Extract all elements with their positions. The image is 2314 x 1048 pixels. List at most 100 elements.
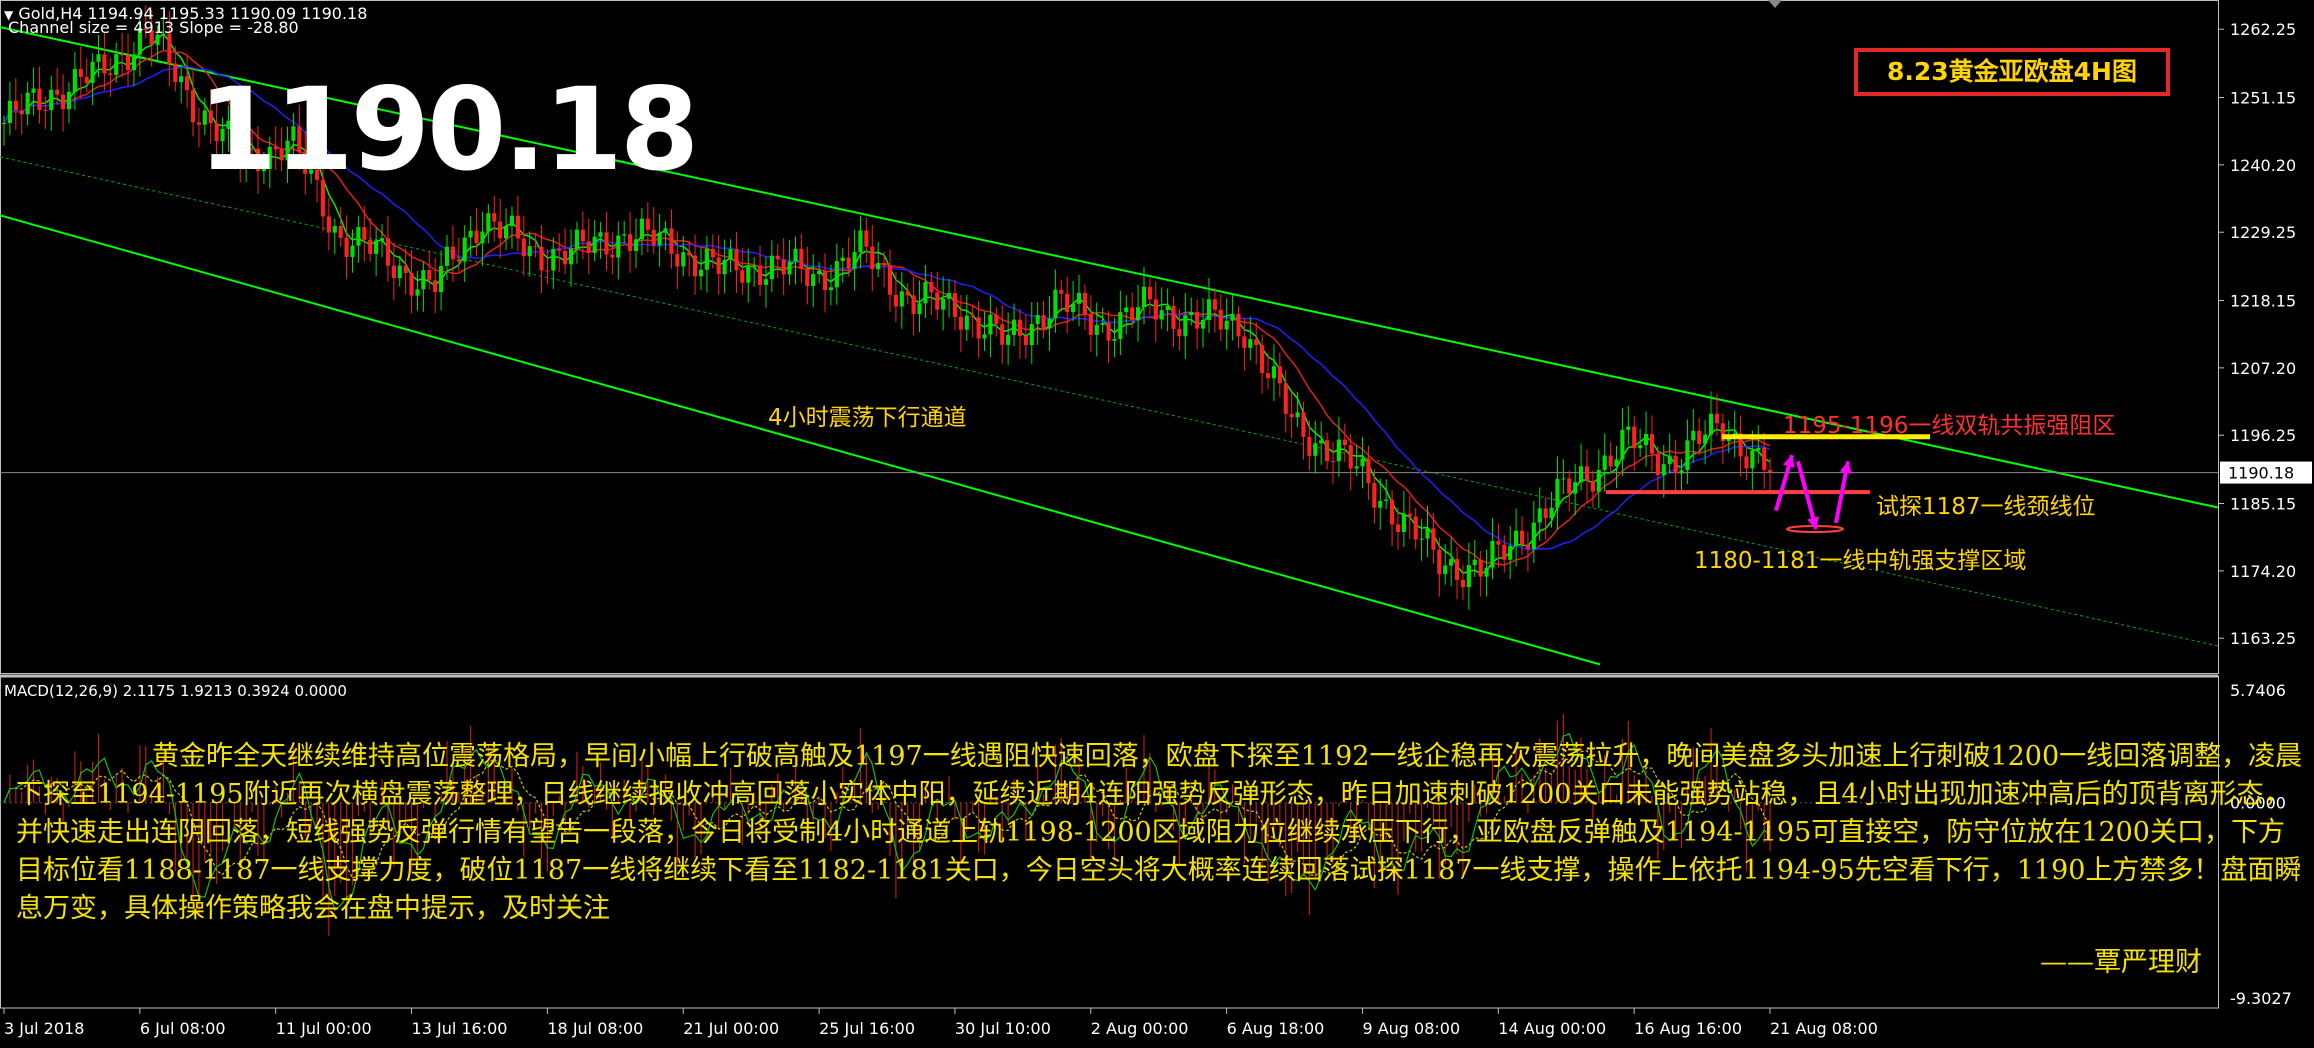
y-tick-label: 1240.20 xyxy=(2230,156,2296,175)
author-signature: ——覃严理财 xyxy=(2040,947,2202,978)
candle-body xyxy=(1643,434,1649,446)
candle-body xyxy=(958,316,963,330)
candle-body xyxy=(1449,559,1454,566)
candle-body xyxy=(757,265,763,285)
candle-body xyxy=(1502,544,1507,560)
candle-body xyxy=(1561,478,1566,480)
candle-body xyxy=(592,236,597,253)
neckline-label: 试探1187一线颈线位 xyxy=(1876,494,2096,520)
candle-body xyxy=(580,229,585,242)
candle-body xyxy=(179,76,184,83)
candle-body xyxy=(480,231,485,244)
candle-body xyxy=(828,287,834,291)
candle-body xyxy=(1277,366,1282,384)
candle-body xyxy=(1330,461,1336,463)
candle-body xyxy=(1531,522,1536,550)
candle-body xyxy=(1638,445,1643,449)
candle-body xyxy=(527,246,532,257)
candle-body xyxy=(1342,439,1347,446)
candle-body xyxy=(173,63,178,83)
candle-body xyxy=(1118,312,1123,339)
candle-body xyxy=(870,246,875,270)
candle-body xyxy=(1307,436,1312,456)
x-tick-label: 13 Jul 16:00 xyxy=(412,1019,508,1038)
candle-body xyxy=(1708,413,1714,435)
channel-lower-line xyxy=(0,214,1601,666)
candle-body xyxy=(1537,508,1542,523)
candle-body xyxy=(1,123,7,125)
y-tick-label: 1174.20 xyxy=(2230,562,2296,581)
candle-body xyxy=(1366,458,1371,484)
candle-body xyxy=(669,228,674,254)
candle-body xyxy=(439,265,444,292)
candle-body xyxy=(1649,434,1655,454)
shift-marker-icon xyxy=(1768,0,1782,8)
candle-body xyxy=(120,54,125,56)
candle-body xyxy=(66,91,72,110)
candle-body xyxy=(1508,545,1513,560)
candle-body xyxy=(893,294,898,307)
candle-body xyxy=(1620,429,1625,460)
candle-body xyxy=(533,246,538,248)
candle-body xyxy=(385,238,391,266)
candle-body xyxy=(1159,310,1164,320)
candle-body xyxy=(444,246,450,266)
candle-body xyxy=(1006,334,1011,345)
x-tick-label: 18 Jul 08:00 xyxy=(547,1019,643,1038)
candle-body xyxy=(557,248,562,251)
candle-body xyxy=(1171,306,1176,330)
candle-body xyxy=(503,226,509,239)
candle-body xyxy=(108,73,113,76)
candle-body xyxy=(675,253,680,267)
candle-body xyxy=(1076,292,1082,304)
candle-body xyxy=(1224,320,1229,330)
candle-body xyxy=(25,92,30,115)
candle-body xyxy=(1354,466,1359,469)
macd-label: MACD(12,26,9) 2.1175 1.9213 0.3924 0.000… xyxy=(4,682,347,700)
candle-body xyxy=(1183,315,1188,337)
y-tick-label: 1196.25 xyxy=(2230,426,2296,445)
candle-body xyxy=(1590,480,1595,492)
candle-body xyxy=(876,263,881,270)
candle-body xyxy=(946,293,952,299)
candle-body xyxy=(568,248,574,265)
candle-body xyxy=(1195,312,1200,329)
candle-body xyxy=(486,213,491,232)
candle-body xyxy=(1071,303,1076,313)
candle-body xyxy=(1714,413,1720,424)
candle-body xyxy=(663,228,668,233)
candle-body xyxy=(952,293,958,317)
candle-body xyxy=(190,90,196,123)
candle-body xyxy=(1153,299,1158,320)
candle-body xyxy=(728,249,733,260)
candle-body xyxy=(657,232,662,246)
candle-body xyxy=(1271,366,1277,379)
candle-body xyxy=(1319,440,1324,444)
candle-body xyxy=(1549,507,1554,519)
candle-body xyxy=(84,76,89,83)
chart-title-box: 8.23黄金亚欧盘4H图 xyxy=(1854,48,2170,96)
candle-body xyxy=(1136,307,1141,321)
candle-body xyxy=(456,259,461,262)
candle-body xyxy=(1017,319,1023,336)
candle-body xyxy=(1673,456,1678,474)
support-zone-label: 1180-1181一线中轨强支撑区域 xyxy=(1694,548,2027,574)
candle-body xyxy=(1283,383,1288,414)
candle-body xyxy=(1011,319,1017,335)
candle-body xyxy=(1206,299,1212,320)
candle-body xyxy=(1484,567,1489,577)
candle-body xyxy=(1218,309,1223,330)
candle-body xyxy=(1478,559,1483,577)
candle-body xyxy=(1525,544,1530,550)
candle-body xyxy=(1679,470,1684,474)
candle-body xyxy=(1514,530,1519,546)
candle-body xyxy=(1490,540,1495,568)
candle-body xyxy=(344,237,349,257)
candle-body xyxy=(1295,412,1300,418)
x-tick-label: 11 Jul 00:00 xyxy=(276,1019,372,1038)
candle-body xyxy=(769,255,774,280)
candle-body xyxy=(125,55,131,71)
candle-body xyxy=(982,334,987,339)
x-tick-label: 14 Aug 00:00 xyxy=(1498,1019,1606,1038)
x-tick-label: 25 Jul 16:00 xyxy=(819,1019,915,1038)
